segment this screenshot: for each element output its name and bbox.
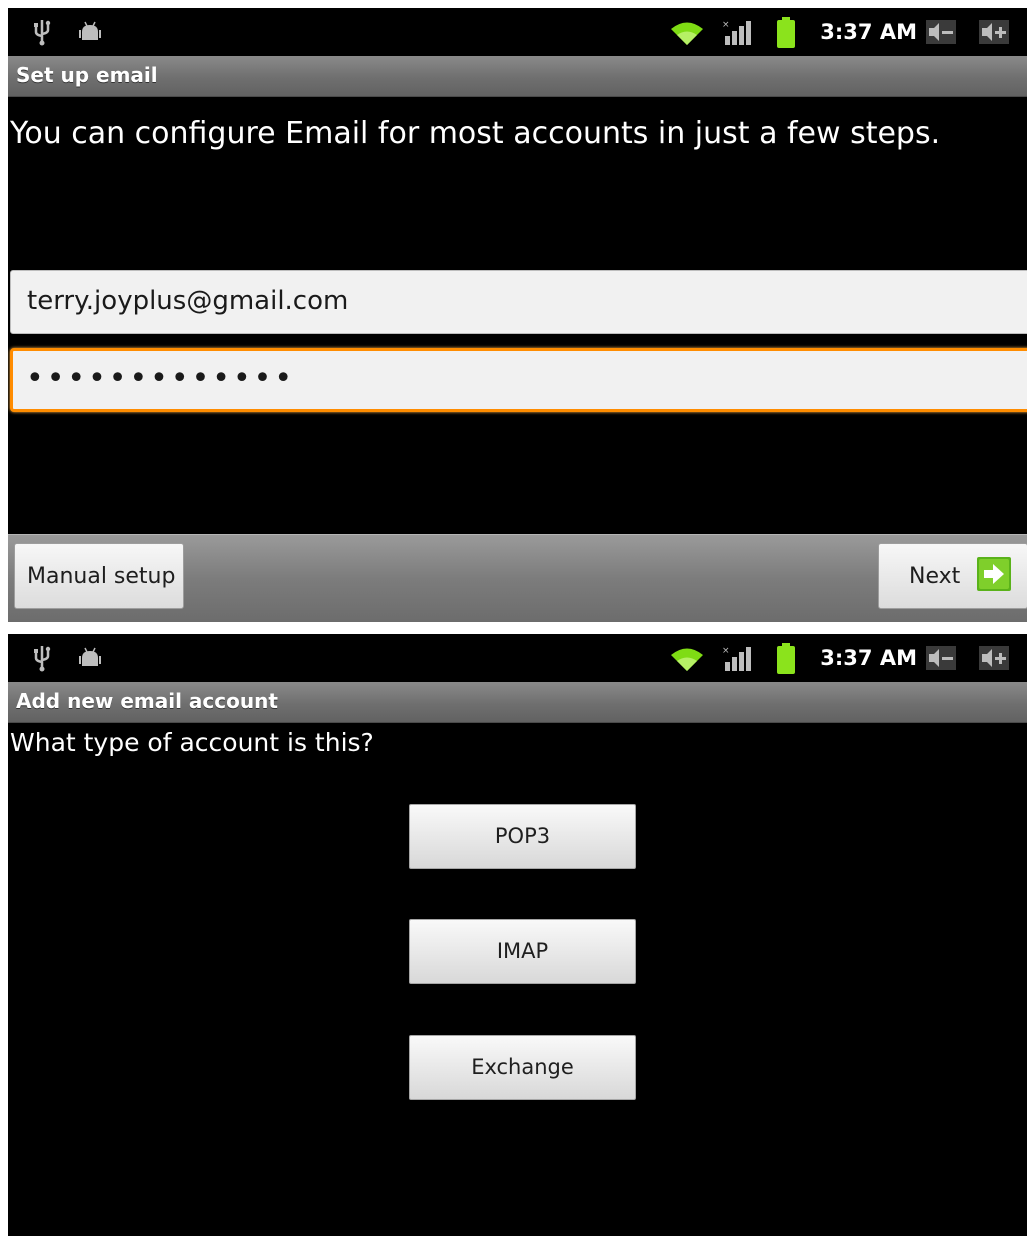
password-field[interactable]: ••••••••••••• (10, 348, 1027, 412)
usb-icon (32, 18, 52, 50)
signal-icon: × (722, 18, 752, 50)
wifi-icon (670, 20, 704, 50)
status-time: 3:37 AM (820, 646, 917, 670)
wifi-icon (670, 646, 704, 676)
page-title: Add new email account (16, 689, 278, 713)
manual-setup-button[interactable]: Manual setup (14, 543, 184, 609)
bottom-button-bar: Manual setup Next (8, 534, 1027, 622)
email-field[interactable]: terry.joyplus@gmail.com (10, 270, 1027, 334)
account-type-question: What type of account is this? (10, 728, 374, 757)
next-button[interactable]: Next (878, 543, 1027, 609)
status-bar: × 3:37 AM (8, 8, 1027, 56)
exchange-button[interactable]: Exchange (409, 1035, 636, 1100)
svg-text:×: × (722, 646, 730, 656)
pop3-button[interactable]: POP3 (409, 804, 636, 869)
status-time: 3:37 AM (820, 20, 917, 44)
volume-up-icon[interactable] (979, 646, 1009, 674)
volume-up-icon[interactable] (979, 20, 1009, 48)
title-bar: Set up email (8, 56, 1027, 97)
next-label: Next (909, 564, 961, 589)
password-value: ••••••••••••• (26, 361, 296, 396)
add-email-account-screen: × 3:37 AM Add new email account What typ… (8, 634, 1027, 1236)
page-title: Set up email (16, 63, 158, 87)
arrow-right-icon (977, 557, 1011, 597)
intro-text: You can configure Email for most account… (10, 116, 941, 151)
usb-icon (32, 644, 52, 676)
status-bar: × 3:37 AM (8, 634, 1027, 682)
svg-text:×: × (722, 20, 730, 30)
title-bar: Add new email account (8, 682, 1027, 723)
android-debug-icon (78, 646, 102, 674)
email-value: terry.joyplus@gmail.com (27, 286, 349, 316)
signal-icon: × (722, 644, 752, 676)
imap-button[interactable]: IMAP (409, 919, 636, 984)
setup-email-screen: × 3:37 AM Set up email You can configure… (8, 8, 1027, 622)
volume-down-icon[interactable] (926, 646, 956, 674)
battery-icon (776, 17, 796, 53)
manual-setup-label: Manual setup (27, 564, 176, 589)
battery-icon (776, 643, 796, 679)
android-debug-icon (78, 20, 102, 48)
volume-down-icon[interactable] (926, 20, 956, 48)
